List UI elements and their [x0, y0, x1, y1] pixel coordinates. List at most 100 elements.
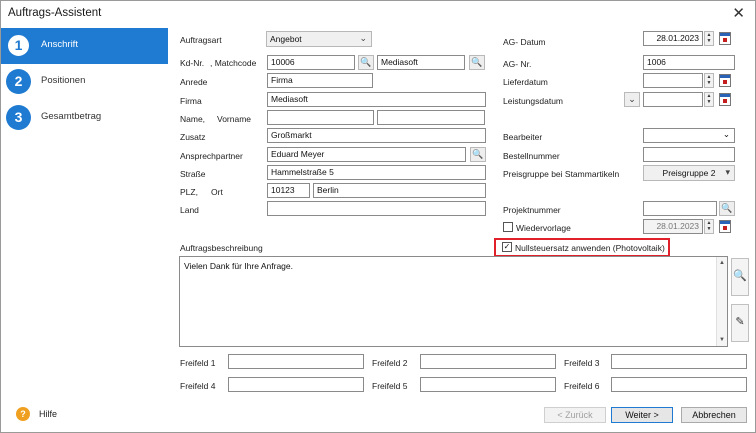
- freifeld3-input[interactable]: [611, 354, 747, 369]
- vorname-label: Vorname: [217, 114, 252, 124]
- ort-input[interactable]: Berlin: [313, 183, 486, 198]
- spin-down-icon: ▼: [706, 80, 712, 86]
- freifeld4-input[interactable]: [228, 377, 364, 392]
- magnifier-icon: 🔍: [733, 270, 747, 282]
- freifeld1-label: Freifeld 1: [180, 358, 216, 368]
- step-anschrift[interactable]: 1 Anschrift: [1, 28, 168, 64]
- leistungsdatum-spinner[interactable]: ▲ ▼: [704, 92, 714, 107]
- spin-down-icon: ▼: [706, 226, 712, 232]
- lieferdatum-input[interactable]: [643, 73, 703, 88]
- scroll-down-icon[interactable]: ▼: [719, 337, 725, 343]
- leistungsdatum-dropdown[interactable]: ⌄: [624, 92, 640, 107]
- leistungsdatum-input[interactable]: [643, 92, 703, 107]
- freifeld6-label: Freifeld 6: [564, 381, 600, 391]
- wiedervorlage-input[interactable]: 28.01.2023: [643, 219, 703, 234]
- search-icon: 🔍: [471, 57, 483, 67]
- search-icon: 🔍: [721, 203, 733, 213]
- leistungsdatum-label: Leistungsdatum: [503, 96, 564, 106]
- ag-nr-input[interactable]: 1006: [643, 55, 735, 70]
- calendar-icon[interactable]: [719, 32, 731, 45]
- step-gesamtbetrag[interactable]: 3 Gesamtbetrag: [1, 100, 168, 136]
- bearbeiter-select[interactable]: ⌄: [643, 128, 735, 143]
- next-button[interactable]: Weiter >: [611, 407, 673, 423]
- bestellnummer-input[interactable]: [643, 147, 735, 162]
- calendar-icon[interactable]: [719, 220, 731, 233]
- scroll-up-icon[interactable]: ▲: [719, 260, 725, 266]
- strasse-input[interactable]: Hammelstraße 5: [267, 165, 486, 180]
- kdnr-input[interactable]: 10006: [267, 55, 355, 70]
- zusatz-input[interactable]: Großmarkt: [267, 128, 486, 143]
- freifeld1-input[interactable]: [228, 354, 364, 369]
- wiedervorlage-checkbox[interactable]: [503, 222, 513, 232]
- freifeld5-input[interactable]: [420, 377, 556, 392]
- nullsteuersatz-checkbox[interactable]: ✓: [502, 242, 512, 252]
- anrede-input[interactable]: Firma: [267, 73, 373, 88]
- land-label: Land: [180, 205, 199, 215]
- firma-input[interactable]: Mediasoft: [267, 92, 486, 107]
- ansprechpartner-search-button[interactable]: 🔍: [470, 147, 486, 162]
- vorname-input[interactable]: [377, 110, 485, 125]
- step-number-2: 2: [6, 69, 31, 94]
- ag-datum-spinner[interactable]: ▲ ▼: [704, 31, 714, 46]
- lieferdatum-spinner[interactable]: ▲ ▼: [704, 73, 714, 88]
- projektnummer-input[interactable]: [643, 201, 717, 216]
- freifeld2-input[interactable]: [420, 354, 556, 369]
- window-title: Auftrags-Assistent: [8, 7, 102, 19]
- calendar-icon[interactable]: [719, 93, 731, 106]
- checkmark-icon: ✓: [503, 242, 511, 251]
- step-number-1: 1: [6, 33, 31, 58]
- freifeld6-input[interactable]: [611, 377, 747, 392]
- spin-down-icon: ▼: [706, 99, 712, 105]
- help-label[interactable]: Hilfe: [39, 409, 57, 419]
- scrollbar[interactable]: ▲ ▼: [716, 257, 727, 346]
- wizard-steps-sidebar: 1 Anschrift 2 Positionen 3 Gesamtbetrag: [1, 28, 168, 398]
- address-form: Auftragsart Angebot ⌄ Kd-Nr. , Matchcode…: [169, 28, 755, 398]
- search-icon: 🔍: [360, 57, 372, 67]
- cancel-button[interactable]: Abbrechen: [681, 407, 747, 423]
- ort-label: Ort: [211, 187, 223, 197]
- matchcode-input[interactable]: Mediasoft: [377, 55, 465, 70]
- pencil-icon: ✎: [735, 316, 745, 328]
- preisgruppe-value: Preisgruppe 2: [662, 168, 716, 178]
- projektnummer-search-button[interactable]: 🔍: [719, 201, 735, 216]
- firma-label: Firma: [180, 96, 202, 106]
- kdnr-label: Kd-Nr.: [180, 58, 205, 68]
- plz-input[interactable]: 10123: [267, 183, 310, 198]
- back-button[interactable]: < Zurück: [544, 407, 606, 423]
- auftragsbeschreibung-textarea[interactable]: Vielen Dank für Ihre Anfrage. ▲ ▼: [179, 256, 728, 347]
- step-label-gesamtbetrag: Gesamtbetrag: [41, 111, 102, 122]
- ansprechpartner-input[interactable]: Eduard Meyer: [267, 147, 466, 162]
- freifeld5-label: Freifeld 5: [372, 381, 408, 391]
- zoom-button[interactable]: 🔍: [731, 258, 749, 296]
- preisgruppe-label: Preisgruppe bei Stammartikeln: [503, 169, 620, 179]
- help-icon[interactable]: ?: [16, 407, 30, 421]
- projektnummer-label: Projektnummer: [503, 205, 561, 215]
- auftragsbeschreibung-label: Auftragsbeschreibung: [180, 243, 263, 253]
- ag-datum-input[interactable]: 28.01.2023: [643, 31, 703, 46]
- search-icon: 🔍: [472, 149, 484, 159]
- kdnr-search-button[interactable]: 🔍: [358, 55, 374, 70]
- wiedervorlage-spinner[interactable]: ▲ ▼: [704, 219, 714, 234]
- close-icon[interactable]: ✕: [732, 4, 745, 22]
- matchcode-search-button[interactable]: 🔍: [469, 55, 485, 70]
- plz-label: PLZ,: [180, 187, 198, 197]
- name-input[interactable]: [267, 110, 374, 125]
- bestellnummer-label: Bestellnummer: [503, 151, 560, 161]
- ag-nr-label: AG- Nr.: [503, 59, 532, 69]
- nullsteuersatz-label: Nullsteuersatz anwenden (Photovoltaik): [515, 243, 665, 253]
- auftragsart-select[interactable]: Angebot ⌄: [266, 31, 372, 47]
- lieferdatum-label: Lieferdatum: [503, 77, 548, 87]
- zusatz-label: Zusatz: [180, 132, 206, 142]
- freifeld2-label: Freifeld 2: [372, 358, 408, 368]
- preisgruppe-select[interactable]: Preisgruppe 2 ▾: [643, 165, 735, 181]
- bearbeiter-label: Bearbeiter: [503, 132, 543, 142]
- land-input[interactable]: [267, 201, 486, 216]
- calendar-icon[interactable]: [719, 74, 731, 87]
- strasse-label: Straße: [180, 169, 206, 179]
- auftragsart-label: Auftragsart: [180, 35, 222, 45]
- name-label: Name,: [180, 114, 206, 124]
- step-positionen[interactable]: 2 Positionen: [1, 64, 168, 100]
- wiedervorlage-label: Wiedervorlage: [516, 223, 571, 233]
- matchcode-label: , Matchcode: [210, 58, 257, 68]
- edit-button[interactable]: ✎: [731, 304, 749, 342]
